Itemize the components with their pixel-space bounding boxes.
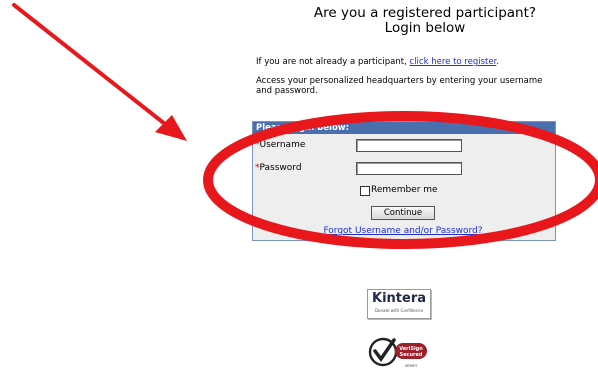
remember-me-label: Remember me (371, 185, 438, 195)
page-heading: Are you a registered participant? Login … (260, 6, 590, 36)
kintera-logo: Kintera (372, 291, 426, 306)
username-label: *Username (255, 140, 305, 150)
username-label-text: Username (259, 140, 306, 150)
kintera-tagline: Donate with Confidence (374, 308, 424, 313)
annotation-arrow-head (155, 115, 187, 141)
password-label-text: Password (259, 163, 302, 173)
page-heading-line2: Login below (384, 20, 466, 36)
login-form-header: Please login below: (253, 122, 555, 134)
register-prompt: If you are not already a participant, cl… (256, 57, 499, 67)
access-instructions: Access your personalized headquarters by… (256, 76, 543, 96)
verisign-line3: VERIFY (405, 364, 418, 368)
register-link[interactable]: click here to register (410, 57, 497, 67)
forgot-credentials-link[interactable]: Forgot Username and/or Password? (323, 226, 482, 236)
register-prompt-suffix: . (496, 57, 500, 67)
continue-button[interactable]: Continue (371, 206, 435, 220)
register-prompt-text: If you are not already a participant, (256, 57, 410, 67)
annotation-arrow-shaft (12, 3, 172, 130)
password-input[interactable] (356, 162, 462, 175)
password-label: *Password (255, 163, 302, 173)
verisign-seal-icon: VeriSign Secured VERIFY (368, 337, 427, 368)
username-input[interactable] (356, 139, 462, 152)
kintera-badge[interactable]: Kintera Donate with Confidence (367, 289, 431, 319)
verisign-line2: Secured (400, 352, 423, 358)
forgot-credentials-row: Forgot Username and/or Password? (252, 226, 554, 236)
page-heading-line1: Are you a registered participant? (313, 5, 537, 21)
remember-me-checkbox[interactable] (360, 186, 370, 196)
verisign-badge[interactable]: VeriSign Secured VERIFY (367, 334, 429, 372)
